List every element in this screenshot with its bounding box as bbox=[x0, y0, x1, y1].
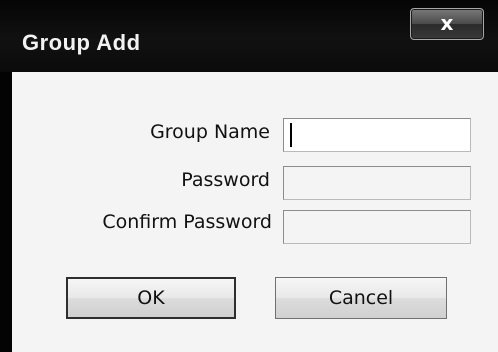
group-add-dialog: Group Add x Group Name Password Confirm … bbox=[0, 0, 498, 352]
group-name-input[interactable] bbox=[283, 118, 471, 152]
title-bar[interactable]: Group Add x bbox=[0, 0, 498, 72]
dialog-title: Group Add bbox=[22, 30, 141, 55]
password-input[interactable] bbox=[283, 166, 471, 200]
close-icon: x bbox=[440, 11, 454, 35]
text-caret bbox=[290, 123, 292, 147]
close-button[interactable]: x bbox=[410, 8, 484, 40]
group-name-label: Group Name bbox=[150, 121, 270, 143]
ok-button[interactable]: OK bbox=[66, 277, 236, 319]
cancel-button[interactable]: Cancel bbox=[275, 277, 447, 319]
confirm-password-input[interactable] bbox=[283, 210, 471, 244]
confirm-password-label: Confirm Password bbox=[102, 211, 272, 233]
password-label: Password bbox=[181, 169, 270, 191]
